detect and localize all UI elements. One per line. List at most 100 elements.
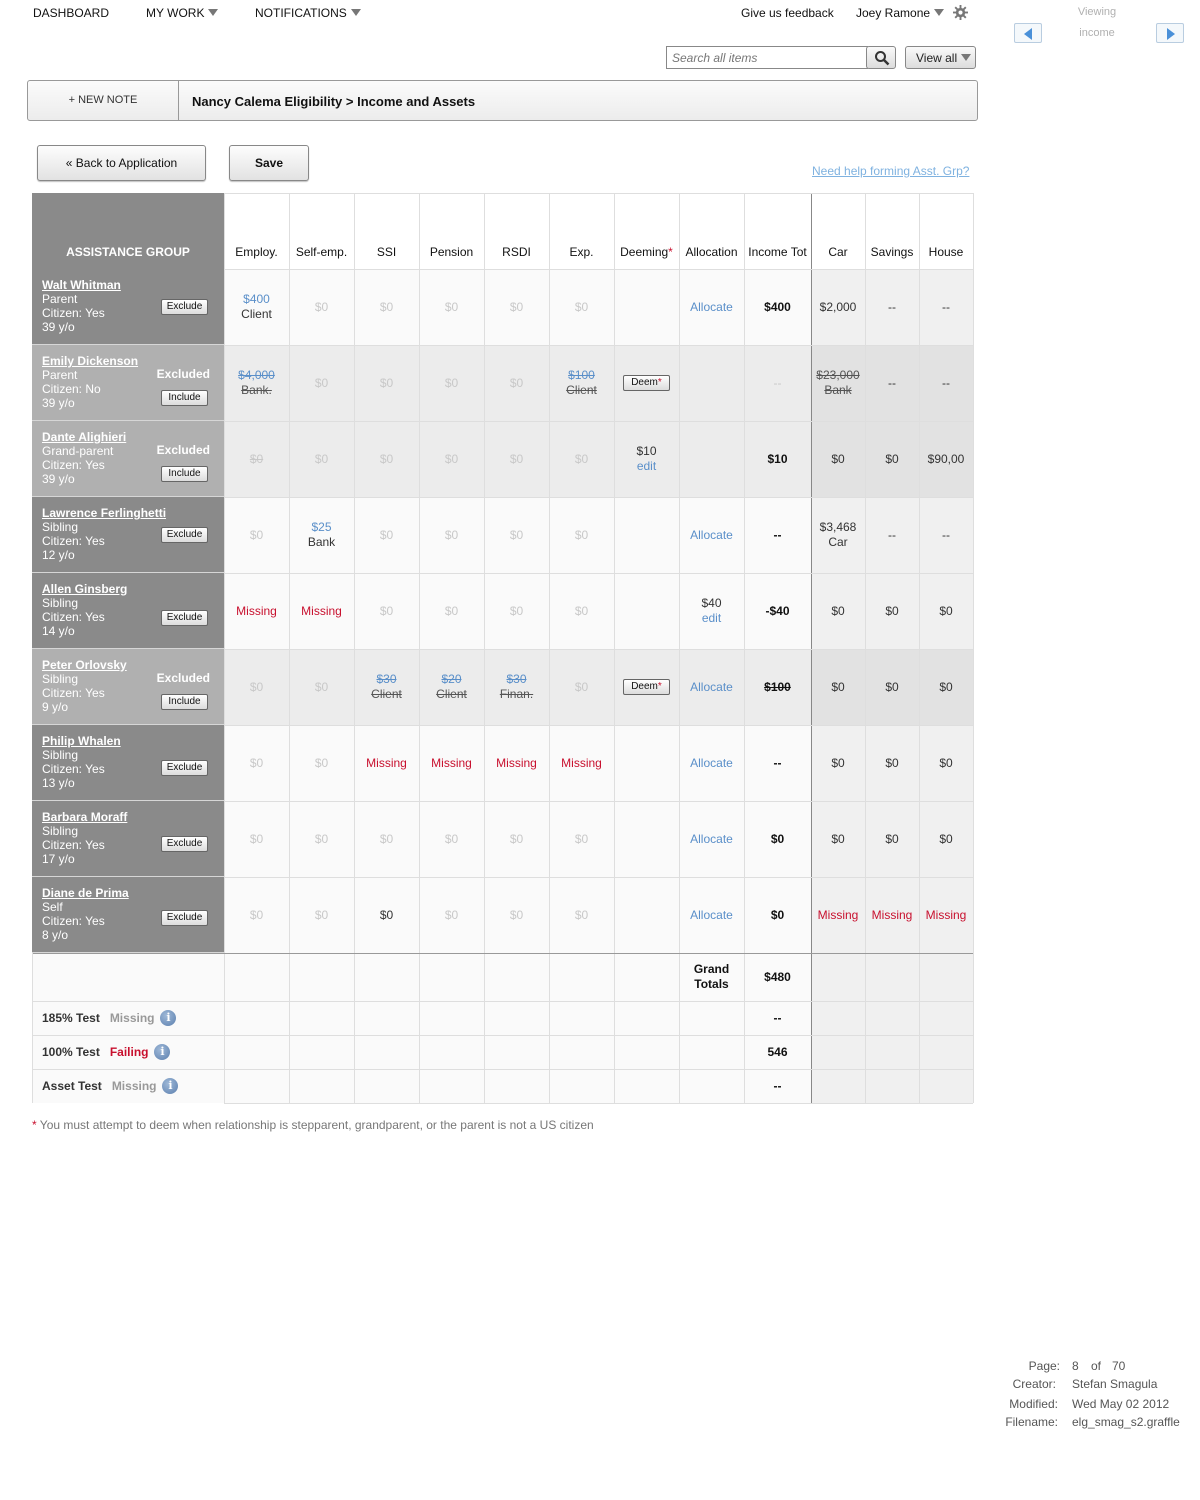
table-cell: $0 <box>484 801 549 877</box>
cell-link[interactable]: $25 <box>311 520 331 535</box>
column-header: Pension <box>419 193 484 269</box>
member-name[interactable]: Dante Alighieri <box>42 430 224 444</box>
back-to-application-button[interactable]: « Back to Application <box>37 145 206 181</box>
table-cell <box>614 269 679 345</box>
cell-value: $10 <box>767 451 788 466</box>
table-cell: Missing <box>811 877 865 953</box>
member-name[interactable]: Philip Whalen <box>42 734 224 748</box>
cell-value: $0 <box>939 755 953 770</box>
info-icon[interactable]: i <box>160 1010 177 1026</box>
grid-line <box>549 193 550 1103</box>
exclude-button[interactable]: Exclude <box>161 836 208 852</box>
exclude-button[interactable]: Exclude <box>161 299 208 315</box>
new-note-button[interactable]: + NEW NOTE <box>28 81 179 120</box>
cell-value: $20 <box>441 672 462 686</box>
nav-notifications[interactable]: NOTIFICATIONS <box>255 6 361 20</box>
nav-my-work[interactable]: MY WORK <box>146 6 219 20</box>
member-age: 17 y/o <box>42 852 75 866</box>
missing-value: Missing <box>431 755 472 770</box>
cell-value: $0 <box>314 755 329 770</box>
cell-value: $0 <box>444 831 459 846</box>
include-button[interactable]: Include <box>161 390 208 406</box>
allocate-link[interactable]: Allocate <box>690 680 733 695</box>
member-name[interactable]: Lawrence Ferlinghetti <box>42 506 224 520</box>
table-cell: $400 Client <box>224 269 289 345</box>
view-all-button[interactable]: View all <box>905 46 976 69</box>
cell-source: Car <box>828 535 848 549</box>
column-header-label: Exp. <box>569 245 594 259</box>
user-menu[interactable]: Joey Ramone <box>856 6 945 20</box>
exclude-button[interactable]: Exclude <box>161 610 208 626</box>
member-cell: Walt Whitman Parent Citizen: Yes 39 y/o Excl… <box>32 269 224 345</box>
viewing-pager: Viewing income <box>1012 6 1187 46</box>
grid-line <box>865 193 866 1103</box>
exclude-button[interactable]: Exclude <box>161 527 208 543</box>
member-name[interactable]: Barbara Moraff <box>42 810 224 824</box>
nav-dashboard[interactable]: DASHBOARD <box>33 6 109 20</box>
allocate-link[interactable]: Allocate <box>690 832 733 847</box>
cell-link[interactable]: $400 <box>243 292 270 307</box>
chevron-down-icon <box>961 54 972 61</box>
member-name[interactable]: Diane de Prima <box>42 886 224 900</box>
next-button[interactable] <box>1156 23 1184 43</box>
info-icon[interactable]: i <box>162 1078 179 1094</box>
allocate-link[interactable]: Allocate <box>690 528 733 543</box>
edit-link[interactable]: edit <box>637 459 656 474</box>
table-cell: $0 <box>811 725 865 801</box>
exclude-button[interactable]: Exclude <box>161 910 208 926</box>
table-cell: Missing <box>289 573 354 649</box>
member-name[interactable]: Walt Whitman <box>42 278 224 292</box>
cell-value: $0 <box>509 375 524 390</box>
cell-value: $3,468 <box>819 520 857 534</box>
gear-icon[interactable] <box>953 5 968 20</box>
member-name[interactable]: Emily Dickenson <box>42 354 224 368</box>
page-label: Page: <box>1028 1359 1060 1373</box>
grid-line <box>224 649 973 650</box>
cell-value: $30 <box>376 672 397 686</box>
nav-notifications-label: NOTIFICATIONS <box>255 6 347 20</box>
member-cell: Philip Whalen Sibling Citizen: Yes 13 y/o Ex… <box>32 725 224 801</box>
table-cell: $0 <box>419 421 484 497</box>
deem-button[interactable]: Deem* <box>623 679 670 695</box>
table-cell: $0 <box>549 801 614 877</box>
table-cell <box>614 497 679 573</box>
column-header: Savings <box>865 193 919 269</box>
cell-value: $0 <box>379 831 394 846</box>
allocate-link[interactable]: Allocate <box>690 300 733 315</box>
feedback-link[interactable]: Give us feedback <box>741 6 834 20</box>
table-cell: $0 <box>919 725 973 801</box>
table-cell: $0 <box>549 421 614 497</box>
grid-line <box>289 193 290 1103</box>
column-header-text: Employ. <box>235 245 277 259</box>
help-asst-grp-link[interactable]: Need help forming Asst. Grp? <box>812 164 969 178</box>
table-cell: Missing <box>224 573 289 649</box>
include-button[interactable]: Include <box>161 694 208 710</box>
table-cell <box>614 725 679 801</box>
save-button[interactable]: Save <box>229 145 309 181</box>
member-name[interactable]: Peter Orlovsky <box>42 658 224 672</box>
deem-button[interactable]: Deem* <box>623 375 670 391</box>
member-age: 8 y/o <box>42 928 69 942</box>
column-header: RSDI <box>484 193 549 269</box>
table-cell: Allocate <box>679 269 744 345</box>
cell-value: -- <box>888 375 896 390</box>
search-button[interactable] <box>866 46 896 69</box>
column-header: Allocation <box>679 193 744 269</box>
edit-link[interactable]: edit <box>702 611 721 626</box>
test-row: 185% Test Missing i <box>32 1001 224 1035</box>
prev-button[interactable] <box>1014 23 1042 43</box>
table-cell: $0 <box>484 345 549 421</box>
exclude-button[interactable]: Exclude <box>161 760 208 776</box>
member-name[interactable]: Allen Ginsberg <box>42 582 224 596</box>
table-cell: -- <box>865 497 919 573</box>
allocate-link[interactable]: Allocate <box>690 756 733 771</box>
column-header: Income Tot <box>744 193 811 269</box>
info-icon[interactable]: i <box>154 1044 171 1060</box>
member-cell: Emily Dickenson Parent Citizen: No 39 y/o Ex… <box>32 345 224 421</box>
cell-value: $0 <box>249 831 264 846</box>
allocate-link[interactable]: Allocate <box>690 908 733 923</box>
search-input[interactable]: Search all items <box>666 46 868 69</box>
table-cell: $0 <box>484 877 549 953</box>
table-cell: $0 <box>919 801 973 877</box>
include-button[interactable]: Include <box>161 466 208 482</box>
